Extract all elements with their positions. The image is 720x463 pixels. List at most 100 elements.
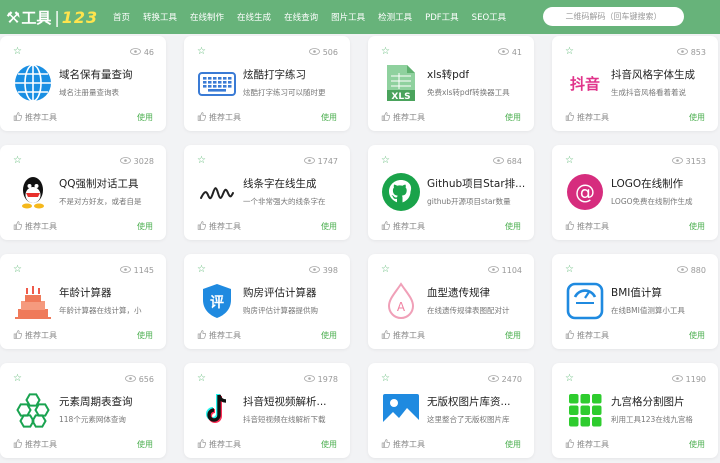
nav-online-make[interactable]: 在线制作 <box>190 11 224 23</box>
search-input[interactable] <box>553 12 674 21</box>
recommend-label: 推荐工具 <box>577 440 609 449</box>
use-link[interactable]: 使用 <box>137 221 153 232</box>
recommend-tool[interactable]: 推荐工具 <box>381 221 425 232</box>
nav-image-tools[interactable]: 图片工具 <box>331 11 365 23</box>
tool-card[interactable]: ☆ 41 XLS xls转pdf 免费xls转pdf转换器工具 推荐工具 使用 <box>368 36 534 131</box>
recommend-label: 推荐工具 <box>393 440 425 449</box>
use-link[interactable]: 使用 <box>137 439 153 450</box>
recommend-tool[interactable]: 推荐工具 <box>13 221 57 232</box>
tool-title: 购房评估计算器 <box>243 287 317 299</box>
recommend-tool[interactable]: 推荐工具 <box>13 439 57 450</box>
use-link[interactable]: 使用 <box>137 330 153 341</box>
tool-card[interactable]: ☆ 398 评 购房评估计算器 购房评估计算器提供购 推荐工具 使用 <box>184 254 350 349</box>
use-link[interactable]: 使用 <box>689 112 705 123</box>
nav-home[interactable]: 首页 <box>113 11 130 23</box>
recommend-tool[interactable]: 推荐工具 <box>565 439 609 450</box>
eye-icon <box>671 375 686 384</box>
recommend-tool[interactable]: 推荐工具 <box>197 330 241 341</box>
recommend-label: 推荐工具 <box>209 331 241 340</box>
nav-online-generate[interactable]: 在线生成 <box>237 11 271 23</box>
tool-card[interactable]: ☆ 3153 @ LOGO在线制作 LOGO免费在线制作生成 推荐工具 使用 <box>552 145 718 240</box>
recommend-tool[interactable]: 推荐工具 <box>381 330 425 341</box>
use-link[interactable]: 使用 <box>321 112 337 123</box>
tool-card[interactable]: ☆ 880 BMI值计算 在线BMI值测算小工具 推荐工具 使用 <box>552 254 718 349</box>
star-icon[interactable]: ☆ <box>13 156 23 166</box>
svg-text:抖音: 抖音 <box>570 75 600 93</box>
recommend-tool[interactable]: 推荐工具 <box>381 439 425 450</box>
nav-seo-tools[interactable]: SEO工具 <box>472 11 506 23</box>
use-link[interactable]: 使用 <box>689 439 705 450</box>
use-link[interactable]: 使用 <box>505 330 521 341</box>
tool-card[interactable]: ☆ 1747 线条字在线生成 一个非常强大的线条字在 推荐工具 使用 <box>184 145 350 240</box>
star-icon[interactable]: ☆ <box>13 374 23 384</box>
tool-description: 在线遗传规律表图配对计 <box>427 306 510 315</box>
thumbs-up-icon <box>197 112 209 123</box>
tool-description: 生成抖音风格看着着说 <box>611 88 686 97</box>
use-link[interactable]: 使用 <box>505 221 521 232</box>
thumbs-up-icon <box>13 439 25 450</box>
recommend-tool[interactable]: 推荐工具 <box>197 112 241 123</box>
recommend-tool[interactable]: 推荐工具 <box>197 439 241 450</box>
tool-card[interactable]: ☆ 656 元素周期表查询 118个元素网体查询 推荐工具 使用 <box>0 363 166 458</box>
eye-icon <box>676 266 691 275</box>
logo-number: 123 <box>61 7 99 27</box>
tool-card[interactable]: ☆ 2470 无版权图片库资... 这里整合了无版权图片库 推荐工具 使用 <box>368 363 534 458</box>
use-link[interactable]: 使用 <box>321 439 337 450</box>
nav-online-query[interactable]: 在线查询 <box>284 11 318 23</box>
recommend-tool[interactable]: 推荐工具 <box>197 221 241 232</box>
thumbs-up-icon <box>565 439 577 450</box>
tool-card[interactable]: ☆ 1190 九宫格分割图片 利用工具123在线九宫格 推荐工具 使用 <box>552 363 718 458</box>
star-icon[interactable]: ☆ <box>565 265 575 275</box>
tool-card[interactable]: ☆ 1104 A 血型遗传规律 在线遗传规律表图配对计 推荐工具 使用 <box>368 254 534 349</box>
nav-check-tools[interactable]: 检测工具 <box>378 11 412 23</box>
tool-title: Github项目Star排... <box>427 178 526 190</box>
svg-text:A: A <box>397 300 406 314</box>
star-icon[interactable]: ☆ <box>381 265 391 275</box>
recommend-tool[interactable]: 推荐工具 <box>565 112 609 123</box>
star-icon[interactable]: ☆ <box>197 156 207 166</box>
star-icon[interactable]: ☆ <box>197 47 207 57</box>
recommend-tool[interactable]: 推荐工具 <box>565 330 609 341</box>
use-link[interactable]: 使用 <box>321 330 337 341</box>
recommend-tool[interactable]: 推荐工具 <box>13 112 57 123</box>
use-link[interactable]: 使用 <box>505 439 521 450</box>
recommend-label: 推荐工具 <box>209 222 241 231</box>
view-count-value: 1145 <box>133 266 154 275</box>
star-icon[interactable]: ☆ <box>381 374 391 384</box>
star-icon[interactable]: ☆ <box>565 47 575 57</box>
tool-card[interactable]: ☆ 853 抖音 抖音风格字体生成 生成抖音风格看着着说 推荐工具 使用 <box>552 36 718 131</box>
star-icon[interactable]: ☆ <box>13 265 23 275</box>
recommend-tool[interactable]: 推荐工具 <box>13 330 57 341</box>
use-link[interactable]: 使用 <box>321 221 337 232</box>
tool-card[interactable]: ☆ 1145 年龄计算器 年龄计算器在线计算，小 推荐工具 使用 <box>0 254 166 349</box>
tool-card[interactable]: ☆ 46 域名保有量查询 域名注册量查询表 推荐工具 使用 <box>0 36 166 131</box>
view-count-value: 1104 <box>501 266 522 275</box>
scale-icon <box>565 281 605 321</box>
star-icon[interactable]: ☆ <box>381 47 391 57</box>
star-icon[interactable]: ☆ <box>13 47 23 57</box>
star-icon[interactable]: ☆ <box>381 156 391 166</box>
use-link[interactable]: 使用 <box>689 221 705 232</box>
tool-card[interactable]: ☆ 684 Github项目Star排... github开源项目star数量 推荐工具… <box>368 145 534 240</box>
use-link[interactable]: 使用 <box>505 112 521 123</box>
tool-grid: ☆ 46 域名保有量查询 域名注册量查询表 推荐工具 使用 ☆ 506 炫酷打字练习 炫酷打字练习… <box>0 34 720 463</box>
thumbs-up-icon <box>197 330 209 341</box>
recommend-tool[interactable]: 推荐工具 <box>381 112 425 123</box>
thumbs-up-icon <box>13 330 25 341</box>
tool-card[interactable]: ☆ 1978 抖音短视频解析... 抖音短视频在线解析下载 推荐工具 使用 <box>184 363 350 458</box>
recommend-tool[interactable]: 推荐工具 <box>565 221 609 232</box>
nav-pdf-tools[interactable]: PDF工具 <box>425 11 459 23</box>
recommend-label: 推荐工具 <box>577 331 609 340</box>
tool-title: 域名保有量查询 <box>59 69 133 81</box>
tool-card[interactable]: ☆ 506 炫酷打字练习 炫酷打字练习可以随时更 推荐工具 使用 <box>184 36 350 131</box>
tool-card[interactable]: ☆ 3028 QQ强制对话工具 不是对方好友，或者自是 推荐工具 使用 <box>0 145 166 240</box>
use-link[interactable]: 使用 <box>137 112 153 123</box>
star-icon[interactable]: ☆ <box>197 265 207 275</box>
star-icon[interactable]: ☆ <box>565 156 575 166</box>
view-count: 1190 <box>671 375 706 384</box>
star-icon[interactable]: ☆ <box>197 374 207 384</box>
nav-convert-tools[interactable]: 转换工具 <box>143 11 177 23</box>
site-logo[interactable]: ⚒ 工具 | 123 <box>6 0 104 34</box>
star-icon[interactable]: ☆ <box>565 374 575 384</box>
use-link[interactable]: 使用 <box>689 330 705 341</box>
